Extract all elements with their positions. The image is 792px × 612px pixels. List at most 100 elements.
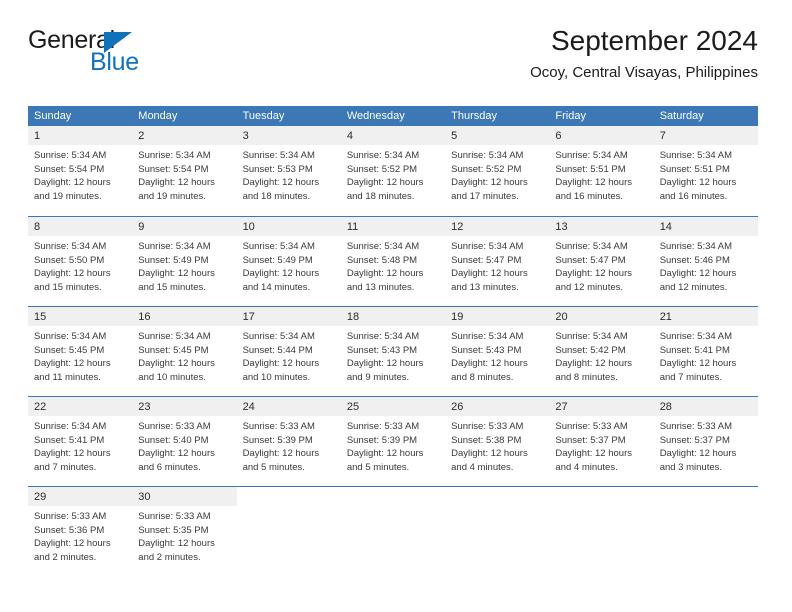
day-number-band: 1 <box>28 126 133 145</box>
daylight-text-line2: and 15 minutes. <box>34 281 102 293</box>
daylight-text-line2: and 7 minutes. <box>34 461 97 473</box>
day-number-band <box>654 487 758 506</box>
calendar-day-cell[interactable]: 16 Sunrise: 5:34 AM Sunset: 5:45 PM Dayligh… <box>132 307 237 396</box>
page-subtitle: Ocoy, Central Visayas, Philippines <box>530 63 758 81</box>
calendar-day-cell[interactable]: 24 Sunrise: 5:33 AM Sunset: 5:39 PM Dayligh… <box>236 397 341 486</box>
day-number-band: 21 <box>653 307 758 326</box>
day-number-band: 19 <box>445 307 550 326</box>
daylight-text-line1: Daylight: 12 hours <box>659 448 737 460</box>
day-number: 13 <box>555 221 568 233</box>
day-number-band: 29 <box>28 487 133 506</box>
calendar-day-cell[interactable]: 26 Sunrise: 5:33 AM Sunset: 5:38 PM Dayligh… <box>445 397 550 486</box>
sunrise-text: Sunrise: 5:33 AM <box>138 421 211 432</box>
calendar-day-cell[interactable]: 21 Sunrise: 5:34 AM Sunset: 5:41 PM Dayligh… <box>653 307 758 396</box>
daylight-text-line1: Daylight: 12 hours <box>555 268 632 280</box>
calendar-week-row: 8 Sunrise: 5:34 AM Sunset: 5:50 PM Daylight… <box>28 216 758 306</box>
calendar-day-cell[interactable]: 8 Sunrise: 5:34 AM Sunset: 5:50 PM Daylight… <box>28 217 133 306</box>
day-details: Sunrise: 5:34 AM Sunset: 5:49 PM Daylight:… <box>132 236 236 294</box>
daylight-text-line1: Daylight: 12 hours <box>242 448 320 460</box>
calendar-day-cell[interactable]: 4 Sunrise: 5:34 AM Sunset: 5:52 PM Daylight… <box>340 126 446 216</box>
calendar-day-cell[interactable]: 12 Sunrise: 5:34 AM Sunset: 5:47 PM Dayligh… <box>445 217 550 306</box>
calendar-day-cell[interactable]: 10 Sunrise: 5:34 AM Sunset: 5:49 PM Dayligh… <box>236 217 341 306</box>
general-blue-logo[interactable]: General Blue <box>28 26 178 86</box>
calendar-day-cell[interactable]: 3 Sunrise: 5:34 AM Sunset: 5:53 PM Daylight… <box>236 126 341 216</box>
calendar-day-cell[interactable]: 18 Sunrise: 5:34 AM Sunset: 5:43 PM Dayligh… <box>340 307 446 396</box>
daylight-text-line1: Daylight: 12 hours <box>138 358 215 370</box>
calendar-cell-empty <box>341 487 445 576</box>
daylight-text-line2: and 16 minutes. <box>659 190 728 202</box>
calendar-day-cell[interactable]: 15 Sunrise: 5:34 AM Sunset: 5:45 PM Dayligh… <box>28 307 133 396</box>
calendar-day-cell[interactable]: 5 Sunrise: 5:34 AM Sunset: 5:52 PM Daylight… <box>445 126 550 216</box>
calendar-day-cell[interactable]: 13 Sunrise: 5:34 AM Sunset: 5:47 PM Dayligh… <box>549 217 654 306</box>
calendar-day-cell[interactable]: 28 Sunrise: 5:33 AM Sunset: 5:37 PM Dayligh… <box>653 397 758 486</box>
calendar-day-cell[interactable]: 11 Sunrise: 5:34 AM Sunset: 5:48 PM Dayligh… <box>340 217 446 306</box>
calendar-day-cell[interactable]: 22 Sunrise: 5:34 AM Sunset: 5:41 PM Dayligh… <box>28 397 133 486</box>
day-details: Sunrise: 5:34 AM Sunset: 5:46 PM Daylight:… <box>654 236 758 294</box>
calendar-day-cell[interactable]: 27 Sunrise: 5:33 AM Sunset: 5:37 PM Dayligh… <box>549 397 654 486</box>
sunrise-text: Sunrise: 5:34 AM <box>555 331 628 342</box>
calendar-day-cell[interactable]: 14 Sunrise: 5:34 AM Sunset: 5:46 PM Dayligh… <box>653 217 758 306</box>
sunset-text: Sunset: 5:39 PM <box>242 434 313 446</box>
day-number-band <box>549 487 653 506</box>
calendar-day-cell[interactable]: 1 Sunrise: 5:34 AM Sunset: 5:54 PM Daylight… <box>28 126 133 216</box>
day-details: Sunrise: 5:34 AM Sunset: 5:51 PM Daylight:… <box>549 145 653 203</box>
day-details: Sunrise: 5:34 AM Sunset: 5:42 PM Daylight:… <box>549 326 653 384</box>
calendar-day-cell[interactable]: 9 Sunrise: 5:34 AM Sunset: 5:49 PM Daylight… <box>132 217 237 306</box>
sunrise-text: Sunrise: 5:33 AM <box>451 421 524 432</box>
daylight-text-line1: Daylight: 12 hours <box>242 268 320 280</box>
day-number: 11 <box>346 221 359 233</box>
sunset-text: Sunset: 5:52 PM <box>346 163 418 175</box>
day-number: 30 <box>138 491 151 503</box>
day-number-band: 23 <box>132 397 237 416</box>
sunset-text: Sunset: 5:41 PM <box>659 344 730 356</box>
calendar-week-row: 1 Sunrise: 5:34 AM Sunset: 5:54 PM Daylight… <box>28 126 758 216</box>
daylight-text-line1: Daylight: 12 hours <box>242 177 320 189</box>
daylight-text-line2: and 2 minutes. <box>34 551 97 563</box>
sunset-text: Sunset: 5:38 PM <box>451 434 522 446</box>
day-number-band: 9 <box>132 217 237 236</box>
day-details: Sunrise: 5:34 AM Sunset: 5:51 PM Daylight:… <box>654 145 758 203</box>
day-number-band: 6 <box>549 126 654 145</box>
sunset-text: Sunset: 5:50 PM <box>34 254 105 266</box>
calendar-cell-empty <box>445 487 549 576</box>
calendar-cell-empty <box>549 487 653 576</box>
day-number-band: 30 <box>132 487 237 506</box>
calendar-day-cell[interactable]: 7 Sunrise: 5:34 AM Sunset: 5:51 PM Daylight… <box>653 126 758 216</box>
calendar-day-cell[interactable]: 25 Sunrise: 5:33 AM Sunset: 5:39 PM Dayligh… <box>340 397 446 486</box>
sunset-text: Sunset: 5:39 PM <box>346 434 418 446</box>
daylight-text-line1: Daylight: 12 hours <box>346 358 424 370</box>
sunset-text: Sunset: 5:47 PM <box>555 254 626 266</box>
day-details: Sunrise: 5:34 AM Sunset: 5:43 PM Daylight:… <box>445 326 549 384</box>
daylight-text-line1: Daylight: 12 hours <box>659 268 737 280</box>
day-details: Sunrise: 5:34 AM Sunset: 5:44 PM Daylight:… <box>237 326 341 384</box>
calendar-day-cell[interactable]: 29 Sunrise: 5:33 AM Sunset: 5:36 PM Dayligh… <box>28 487 133 576</box>
daylight-text-line1: Daylight: 12 hours <box>138 268 215 280</box>
sunrise-text: Sunrise: 5:34 AM <box>242 150 315 161</box>
day-details: Sunrise: 5:34 AM Sunset: 5:43 PM Daylight:… <box>341 326 445 384</box>
calendar-day-cell[interactable]: 20 Sunrise: 5:34 AM Sunset: 5:42 PM Dayligh… <box>549 307 654 396</box>
day-details: Sunrise: 5:34 AM Sunset: 5:54 PM Daylight:… <box>28 145 132 203</box>
calendar-day-cell[interactable]: 19 Sunrise: 5:34 AM Sunset: 5:43 PM Dayligh… <box>445 307 550 396</box>
sunset-text: Sunset: 5:51 PM <box>659 163 730 175</box>
daylight-text-line1: Daylight: 12 hours <box>34 358 111 370</box>
calendar-day-cell[interactable]: 6 Sunrise: 5:34 AM Sunset: 5:51 PM Daylight… <box>549 126 654 216</box>
weekday-header-monday: Monday <box>138 110 178 122</box>
calendar-day-cell[interactable]: 17 Sunrise: 5:34 AM Sunset: 5:44 PM Dayligh… <box>236 307 341 396</box>
title-block: September 2024 Ocoy, Central Visayas, Ph… <box>530 25 758 81</box>
day-number: 28 <box>659 401 672 413</box>
day-number: 15 <box>34 311 47 323</box>
sunrise-text: Sunrise: 5:34 AM <box>34 331 107 342</box>
calendar-day-cell[interactable]: 30 Sunrise: 5:33 AM Sunset: 5:35 PM Dayligh… <box>132 487 237 576</box>
daylight-text-line1: Daylight: 12 hours <box>555 177 632 189</box>
day-number: 9 <box>138 221 145 233</box>
calendar-day-cell[interactable]: 2 Sunrise: 5:34 AM Sunset: 5:54 PM Daylight… <box>132 126 237 216</box>
sunset-text: Sunset: 5:51 PM <box>555 163 626 175</box>
day-number-band: 24 <box>236 397 341 416</box>
calendar-week-row: 29 Sunrise: 5:33 AM Sunset: 5:36 PM Dayligh… <box>28 486 758 576</box>
day-details <box>445 506 549 510</box>
sunrise-text: Sunrise: 5:34 AM <box>555 150 628 161</box>
day-number: 8 <box>34 221 41 233</box>
day-details: Sunrise: 5:34 AM Sunset: 5:48 PM Daylight:… <box>341 236 445 294</box>
day-details: Sunrise: 5:34 AM Sunset: 5:45 PM Daylight:… <box>132 326 236 384</box>
calendar-day-cell[interactable]: 23 Sunrise: 5:33 AM Sunset: 5:40 PM Dayligh… <box>132 397 237 486</box>
